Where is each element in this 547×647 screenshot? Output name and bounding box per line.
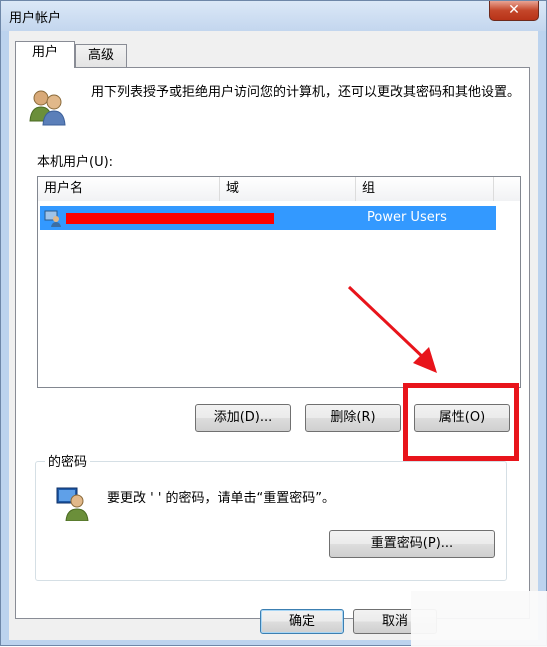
local-users-label: 本机用户(U):	[37, 155, 114, 170]
title-bar[interactable]: 用户帐户 ✕	[1, 1, 546, 31]
column-header-filler	[494, 177, 520, 201]
dialog-client-area: 用户 高级 用下列表授予或拒绝用户访问您的计算机，还可以更改其密码和其他设置。 …	[9, 31, 538, 640]
window-title: 用户帐户	[9, 11, 62, 26]
tab-users[interactable]: 用户	[15, 41, 75, 68]
redacted-username	[66, 213, 274, 224]
column-header-username[interactable]: 用户名	[38, 177, 220, 201]
tab-advanced[interactable]: 高级	[75, 44, 127, 68]
user-icon	[44, 210, 61, 227]
annotation-arrow	[347, 285, 437, 373]
close-button[interactable]: ✕	[489, 1, 539, 21]
cell-group: Power Users	[367, 210, 447, 225]
table-row[interactable]: Power Users	[40, 206, 496, 230]
column-header-group[interactable]: 组	[356, 177, 494, 201]
annotation-highlight-box	[403, 383, 519, 461]
users-icon	[29, 90, 66, 126]
password-groupbox	[35, 461, 507, 581]
user-password-icon	[56, 487, 89, 521]
description-text: 用下列表授予或拒绝用户访问您的计算机，还可以更改其密码和其他设置。	[91, 85, 521, 100]
ok-button[interactable]: 确定	[260, 609, 344, 634]
password-group-title: 的密码	[45, 451, 91, 470]
user-accounts-window: 用户帐户 ✕ 用户 高级 用下列表授予或拒绝用户访问您的计算机，还可以更改其密码…	[0, 0, 547, 647]
remove-button[interactable]: 删除(R)	[305, 404, 401, 432]
add-button[interactable]: 添加(D)...	[195, 404, 291, 432]
reset-password-button[interactable]: 重置密码(P)...	[329, 530, 495, 558]
watermark-overlay	[411, 591, 547, 647]
password-instruction: 要更改 ' ' 的密码，请单击“重置密码”。	[107, 491, 336, 506]
column-header-domain[interactable]: 域	[220, 177, 356, 201]
